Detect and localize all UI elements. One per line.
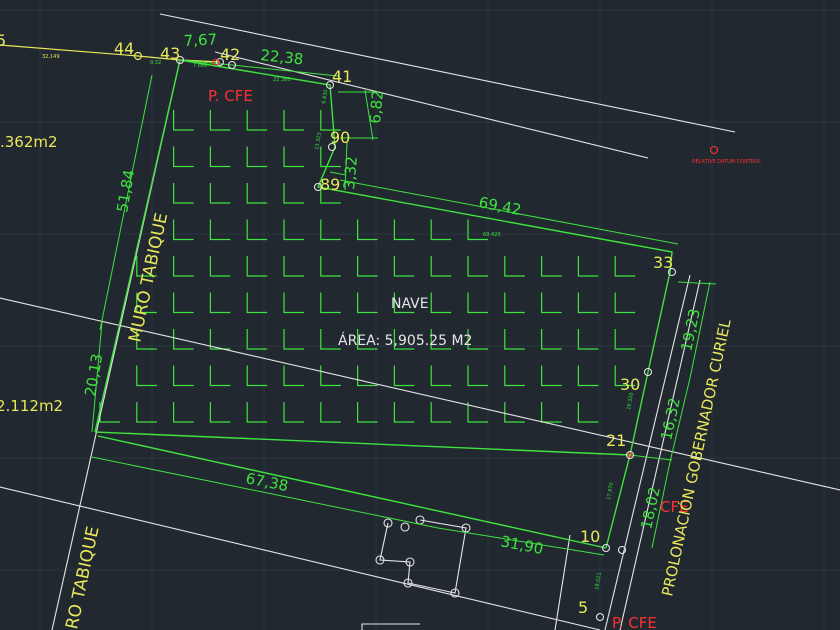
nave-label: NAVE — [391, 296, 429, 312]
dim-6-82: 6,82 — [366, 90, 387, 125]
point-21: 21 — [606, 431, 626, 450]
svg-text:32,149: 32,149 — [42, 54, 60, 60]
svg-text:22.380: 22.380 — [273, 77, 291, 83]
dim-20-13: 20,13 — [81, 352, 106, 397]
dimension-labels: 7,67 22,38 6,82 3,32 69,42 51,84 20,13 1… — [81, 30, 704, 558]
cfe-labels: P. CFE P. CFE CFE — [208, 87, 689, 630]
cad-drawing-canvas[interactable]: 32,149 RELATIVE DATUM CONTROL 0.32 7.669… — [0, 0, 840, 630]
point-43: 43 — [160, 44, 180, 63]
svg-text:7.669: 7.669 — [193, 63, 207, 69]
svg-text:13.323: 13.323 — [314, 132, 323, 150]
point-30: 30 — [620, 375, 640, 394]
small-structure — [375, 515, 471, 598]
area-label: ÁREA: 5,905.25 M2 — [338, 332, 472, 349]
background-grid — [0, 0, 840, 630]
dim-51-84: 51,84 — [113, 168, 138, 213]
svg-text:69.420: 69.420 — [483, 232, 501, 238]
point-5: 5 — [578, 598, 588, 617]
tiny-annotations: 0.32 7.669 22.380 69.420 6.830 13.323 16… — [150, 60, 635, 590]
point-44: 44 — [114, 39, 134, 58]
cfe-label-top: P. CFE — [208, 87, 253, 105]
point-42: 42 — [220, 45, 240, 64]
svg-text:17.970: 17.970 — [606, 482, 615, 500]
svg-text:RELATIVE DATUM CONTROL: RELATIVE DATUM CONTROL — [692, 159, 761, 165]
muro-tabique-lower-label: RO TABIQUE — [62, 525, 103, 630]
dim-7-67: 7,67 — [183, 30, 217, 50]
svg-text:16.320: 16.320 — [626, 392, 635, 410]
dim-69-42: 69,42 — [477, 193, 523, 219]
dim-31-90: 31,90 — [499, 532, 545, 558]
dim-3-32: 3,32 — [340, 156, 361, 191]
point-90: 90 — [330, 128, 350, 147]
building-outline — [94, 59, 673, 549]
area-labels-left: .362m2 2.112m2 — [0, 133, 63, 415]
svg-text:6.830: 6.830 — [321, 89, 329, 104]
edge-point-5: 5 — [0, 31, 6, 50]
cfe-label-bottom: P. CFE — [612, 614, 657, 630]
svg-text:18.021: 18.021 — [594, 572, 603, 590]
muro-tabique-label: MURO TABIQUE — [125, 211, 172, 344]
dim-67-38: 67,38 — [244, 469, 290, 495]
street-lines — [0, 13, 840, 630]
area-left-top: .362m2 — [0, 133, 58, 151]
point-89: 89 — [320, 175, 340, 194]
point-10: 10 — [580, 527, 600, 546]
floor-hatch-pattern — [99, 110, 636, 423]
point-41: 41 — [332, 67, 352, 86]
area-left-bottom: 2.112m2 — [0, 397, 63, 415]
prolongacion-label: PROLONACIÓN GOBERNADOR CURIEL — [657, 317, 734, 598]
point-33: 33 — [653, 253, 673, 272]
